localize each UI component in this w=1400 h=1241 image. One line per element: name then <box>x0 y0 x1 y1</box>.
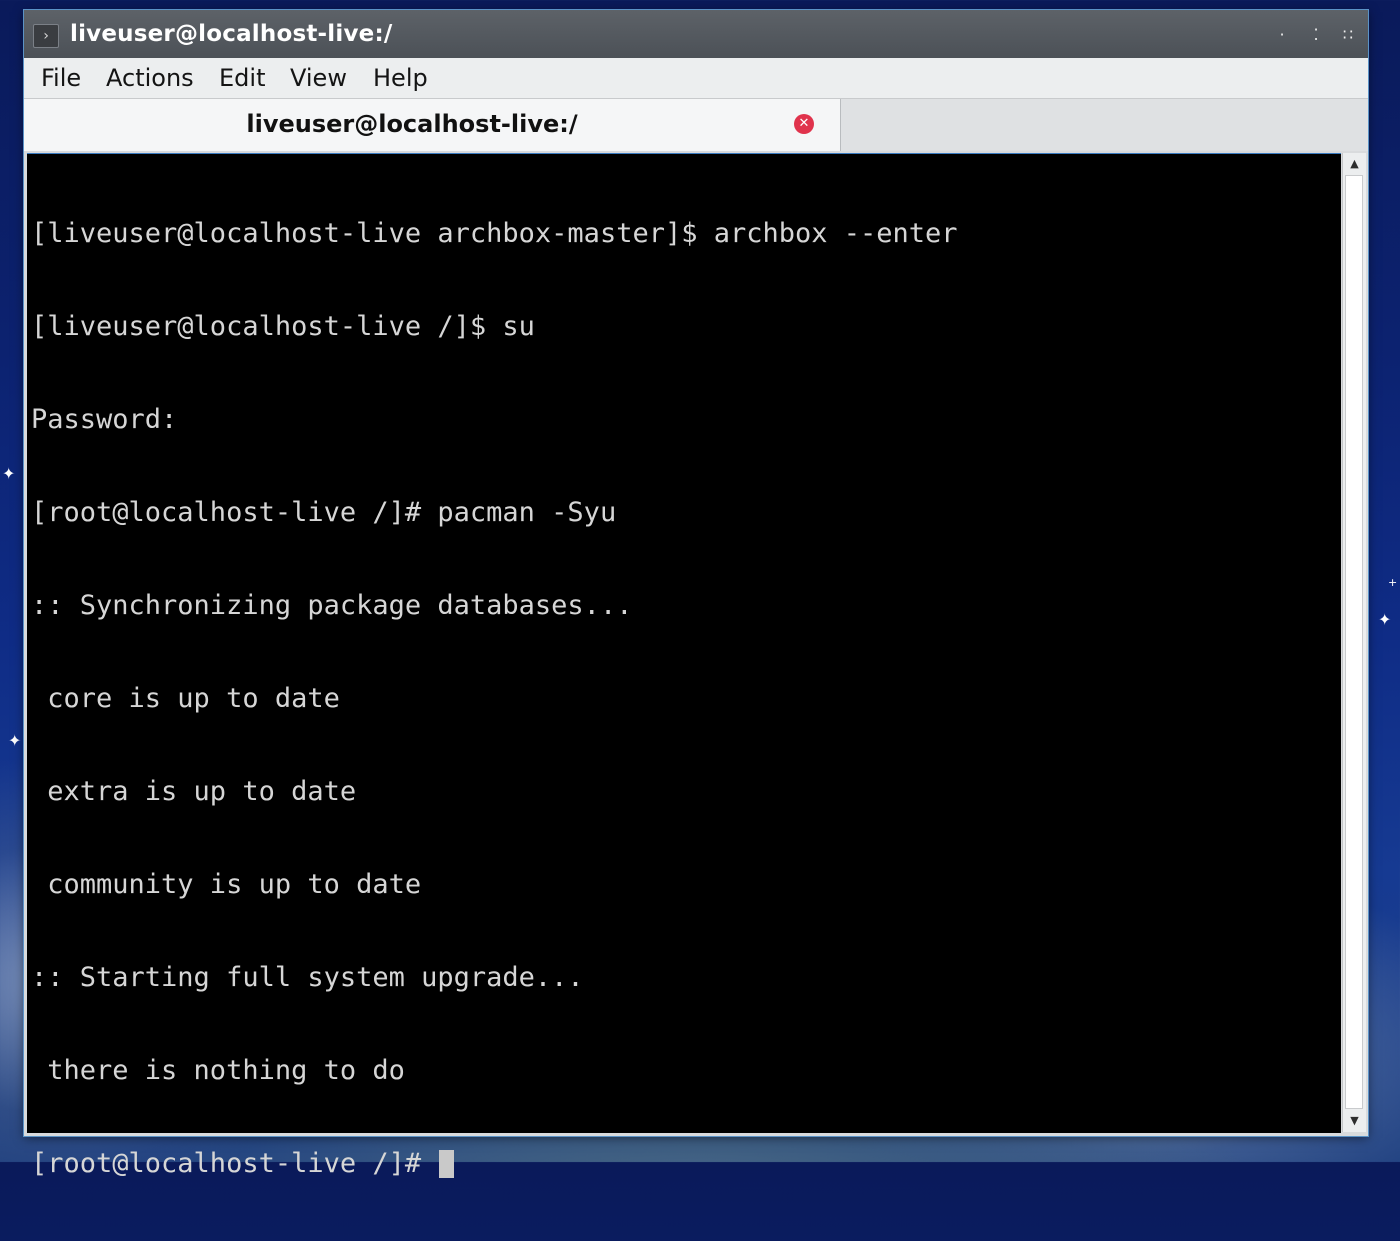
tab-label: liveuser@localhost-live:/ <box>246 110 578 138</box>
window-title: liveuser@localhost-live:/ <box>70 21 393 47</box>
desktop: { "window": { "title": "liveuser@localho… <box>0 0 1400 1179</box>
terminal-line: Password: <box>31 404 178 435</box>
menu-actions[interactable]: Actions <box>106 63 194 93</box>
terminal-line: :: Synchronizing package databases... <box>31 590 633 621</box>
terminal-output[interactable]: [liveuser@localhost-live archbox-master]… <box>27 153 1341 1179</box>
terminal-lines: [liveuser@localhost-live archbox-master]… <box>31 156 1331 1241</box>
tab-terminal[interactable]: liveuser@localhost-live:/ ✕ <box>24 99 841 151</box>
window-titlebar[interactable]: › liveuser@localhost-live:/ · ⁚ ∷ <box>24 10 1368 58</box>
maximize-icon[interactable]: ⁚ <box>1305 24 1327 46</box>
terminal-prompt-line: [root@localhost-live /]# <box>31 1148 1331 1179</box>
terminal-prompt: [root@localhost-live /]# <box>31 1148 438 1179</box>
arrow-down-icon[interactable]: ▼ <box>1343 1111 1366 1131</box>
terminal-line: core is up to date <box>31 683 340 714</box>
menu-view[interactable]: View <box>290 63 347 93</box>
close-icon[interactable]: ∷ <box>1337 24 1359 46</box>
menubar: File Actions Edit View Help <box>24 58 1368 99</box>
terminal-line: [liveuser@localhost-live /]$ su <box>31 311 535 342</box>
menu-edit[interactable]: Edit <box>219 63 265 93</box>
star-decoration: ✦ <box>8 731 22 750</box>
minimize-icon[interactable]: · <box>1271 24 1293 46</box>
scrollbar-thumb[interactable] <box>1345 175 1363 1109</box>
terminal-line: there is nothing to do <box>31 1055 405 1086</box>
menu-help[interactable]: Help <box>373 63 428 93</box>
terminal-line: community is up to date <box>31 869 422 900</box>
tab-bar: liveuser@localhost-live:/ ✕ <box>24 99 1368 151</box>
terminal-line: :: Starting full system upgrade... <box>31 962 584 993</box>
terminal-line: extra is up to date <box>31 776 357 807</box>
arrow-up-icon[interactable]: ▲ <box>1343 154 1366 174</box>
terminal-line: [root@localhost-live /]# pacman -Syu <box>31 497 617 528</box>
tab-close-icon[interactable]: ✕ <box>794 114 814 134</box>
terminal-prompt-icon: › <box>33 24 59 48</box>
vertical-scrollbar[interactable]: ▲ ▼ <box>1342 153 1366 1132</box>
star-decoration: ✦ <box>2 464 16 483</box>
star-decoration: + <box>1388 576 1398 589</box>
terminal-window: › liveuser@localhost-live:/ · ⁚ ∷ File A… <box>24 10 1368 1179</box>
block-cursor <box>439 1150 455 1178</box>
menu-file[interactable]: File <box>41 63 81 93</box>
star-decoration: ✦ <box>1378 610 1392 629</box>
terminal-line: [liveuser@localhost-live archbox-master]… <box>31 218 958 249</box>
